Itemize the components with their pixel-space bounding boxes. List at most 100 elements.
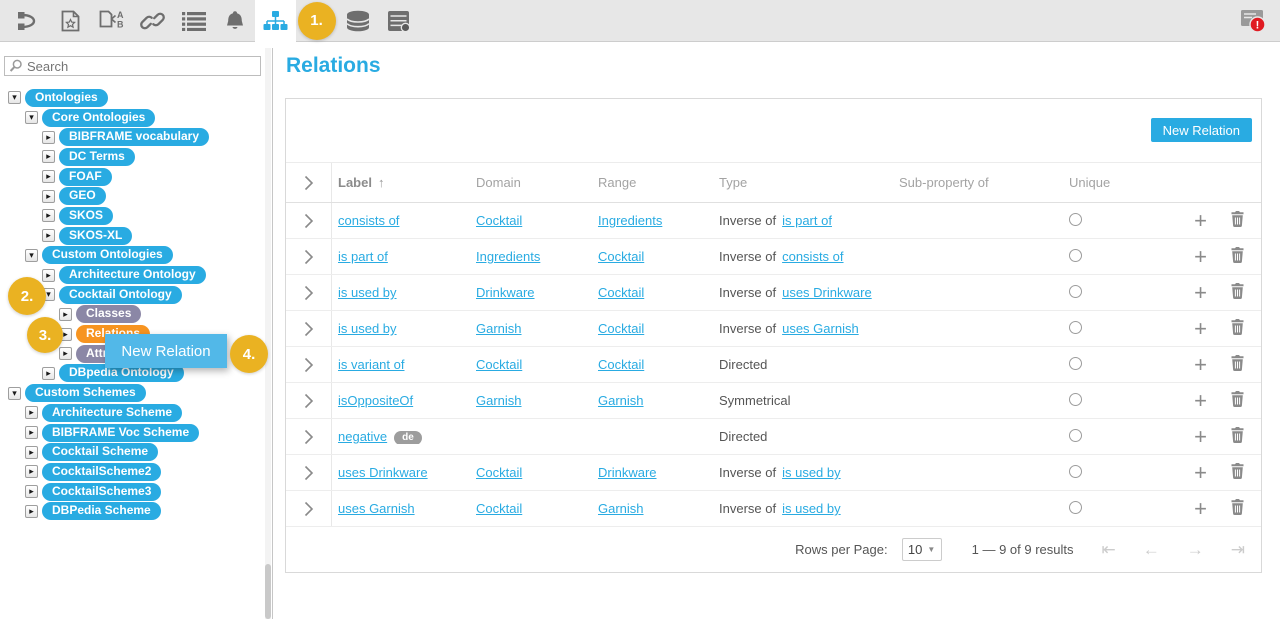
expand-toggle-icon[interactable]: ▸ [42,229,55,242]
domain-link[interactable]: Cocktail [476,213,522,228]
toolbar-button-extraction[interactable]: A B [91,0,132,42]
domain-link[interactable]: Garnish [476,321,522,336]
expand-toggle-icon[interactable]: ▸ [25,406,38,419]
row-expand-cell[interactable] [286,275,332,310]
new-relation-button[interactable]: New Relation [1151,118,1252,142]
row-expand-icon[interactable] [304,357,314,373]
expand-toggle-icon[interactable]: ▸ [42,150,55,163]
expand-toggle-icon[interactable]: ▸ [25,485,38,498]
expand-toggle-icon[interactable]: ▸ [25,446,38,459]
add-icon[interactable] [1194,283,1207,303]
search-input[interactable] [4,56,261,76]
delete-button[interactable] [1231,283,1244,302]
tree-node-pill[interactable]: BIBFRAME vocabulary [59,128,209,146]
column-header-unique[interactable]: Unique [1041,175,1131,190]
toolbar-button-ontology-active[interactable] [255,0,296,42]
relation-label-link[interactable]: is used by [338,321,397,336]
delete-icon[interactable] [1231,499,1244,515]
toolbar-button-list[interactable] [173,0,214,42]
toolbar-button-document-star[interactable] [50,0,91,42]
add-icon[interactable] [1194,211,1207,231]
tree-item-bibframe-vocabulary[interactable]: ▸BIBFRAME vocabulary [0,127,260,147]
chevron-right-icon[interactable] [304,175,314,191]
column-header-label[interactable]: Label↑ [332,175,470,190]
expand-toggle-icon[interactable]: ▸ [59,347,72,360]
tree-node-pill[interactable]: DBPedia Scheme [42,502,161,520]
tree-item-foaf[interactable]: ▸ FOAF [0,167,260,187]
domain-link[interactable]: Ingredients [476,249,540,264]
delete-icon[interactable] [1231,463,1244,479]
delete-button[interactable] [1231,499,1244,518]
expand-toggle-icon[interactable]: ▸ [42,190,55,203]
domain-link[interactable]: Cocktail [476,501,522,516]
column-header-type[interactable]: Type [713,175,881,190]
previous-page-icon[interactable] [1143,540,1160,560]
inverse-relation-link[interactable]: is used by [782,501,841,516]
domain-link[interactable]: Cocktail [476,465,522,480]
unique-radio[interactable] [1069,465,1082,478]
domain-link[interactable]: Drinkware [476,285,535,300]
relation-label-link[interactable]: consists of [338,213,399,228]
tree-node-pill[interactable]: FOAF [59,168,112,186]
expand-toggle-icon[interactable]: ▸ [42,170,55,183]
delete-icon[interactable] [1231,319,1244,335]
delete-icon[interactable] [1231,247,1244,263]
tree-node-pill[interactable]: Custom Schemes [25,384,146,402]
expand-toggle-icon[interactable]: ▸ [25,505,38,518]
unique-radio[interactable] [1069,285,1082,298]
add-icon[interactable] [1194,391,1207,411]
expand-toggle-icon[interactable]: ▸ [42,269,55,282]
tree-item-custom-ontologies[interactable]: ▾Custom Ontologies [0,246,260,266]
delete-button[interactable] [1231,463,1244,482]
toolbar-button-link[interactable] [132,0,173,42]
row-expand-icon[interactable] [304,465,314,481]
delete-button[interactable] [1231,391,1244,410]
delete-button[interactable] [1231,247,1244,266]
tree-item-cocktailscheme3[interactable]: ▸ CocktailScheme3 [0,482,260,502]
collapse-toggle-icon[interactable]: ▾ [25,111,38,124]
tree-node-pill[interactable]: Core Ontologies [42,109,155,127]
relation-label-link[interactable]: uses Garnish [338,501,415,516]
inverse-relation-link[interactable]: consists of [782,249,843,264]
row-expand-cell[interactable] [286,383,332,418]
delete-button[interactable] [1231,211,1244,230]
next-page-icon[interactable] [1187,540,1204,560]
relation-label-link[interactable]: uses Drinkware [338,465,428,480]
rows-per-page-select[interactable]: 10▼ [902,538,942,561]
range-link[interactable]: Cocktail [598,249,644,264]
row-expand-cell[interactable] [286,203,332,238]
tree-item-ontologies[interactable]: ▾Ontologies [0,88,260,108]
unique-radio[interactable] [1069,429,1082,442]
row-expand-icon[interactable] [304,321,314,337]
range-link[interactable]: Ingredients [598,213,662,228]
add-icon[interactable] [1194,247,1207,267]
domain-link[interactable]: Garnish [476,393,522,408]
tree-node-pill[interactable]: Ontologies [25,89,108,107]
toolbar-button-notifications[interactable] [214,0,255,42]
sidebar-scrollbar-thumb[interactable] [265,564,271,619]
tree-item-skos-xl[interactable]: ▸SKOS-XL [0,226,260,246]
delete-icon[interactable] [1231,427,1244,443]
tree-node-pill[interactable]: CocktailScheme3 [42,483,161,501]
delete-button[interactable] [1231,355,1244,374]
row-expand-icon[interactable] [304,249,314,265]
add-icon[interactable] [1194,319,1207,339]
column-header-subproperty[interactable]: Sub-property of [881,175,1041,190]
toolbar-button-alerts[interactable]: ! [1238,6,1268,36]
delete-icon[interactable] [1231,211,1244,227]
inverse-relation-link[interactable]: uses Drinkware [782,285,872,300]
expand-toggle-icon[interactable]: ▸ [25,426,38,439]
unique-radio[interactable] [1069,321,1082,334]
collapse-toggle-icon[interactable]: ▾ [8,387,21,400]
row-expand-icon[interactable] [304,501,314,517]
range-link[interactable]: Garnish [598,501,644,516]
tree-node-pill[interactable]: Custom Ontologies [42,246,173,264]
relation-label-link[interactable]: is part of [338,249,388,264]
delete-icon[interactable] [1231,391,1244,407]
tree-node-pill[interactable]: Architecture Scheme [42,404,182,422]
inverse-relation-link[interactable]: is part of [782,213,832,228]
unique-radio[interactable] [1069,501,1082,514]
relation-label-link[interactable]: is variant of [338,357,404,372]
tree-item-cocktailscheme2[interactable]: ▸CocktailScheme2 [0,462,260,482]
unique-radio[interactable] [1069,393,1082,406]
